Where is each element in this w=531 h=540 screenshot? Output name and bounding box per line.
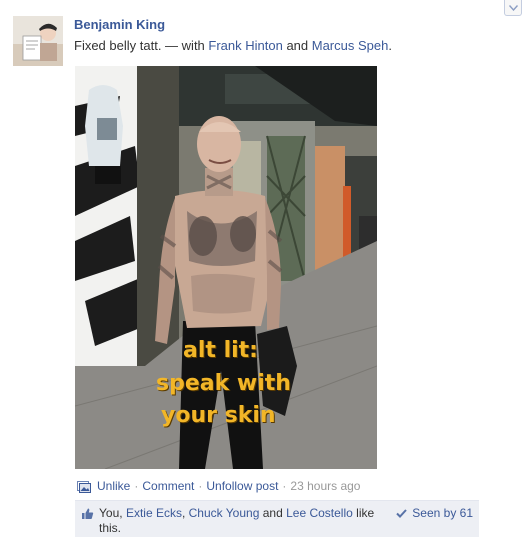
with-prefix: — with	[161, 38, 209, 53]
separator: ·	[198, 479, 203, 493]
unfollow-post-link[interactable]: Unfollow post	[206, 479, 278, 493]
likes-summary: You, Extie Ecks, Chuck Young and Lee Cos…	[75, 500, 479, 537]
status-text: Fixed belly tatt.	[74, 38, 162, 53]
thumbs-up-icon	[82, 508, 94, 519]
story-options-button[interactable]	[504, 0, 522, 16]
tagged-friend-link-1[interactable]: Frank Hinton	[208, 38, 282, 53]
status-line: Fixed belly tatt. — with Frank Hinton an…	[74, 38, 392, 53]
author-name-link[interactable]: Benjamin King	[74, 17, 165, 32]
comment-link[interactable]: Comment	[142, 479, 194, 493]
photo-caption-line-3: your skin	[161, 403, 276, 428]
separator: ·	[134, 479, 139, 493]
likes-and: and	[262, 506, 283, 520]
seen-by-label: Seen by 61	[412, 506, 473, 520]
seen-by-link[interactable]: Seen by 61	[396, 506, 473, 520]
post-photo[interactable]: alt lit: speak with your skin	[75, 66, 377, 469]
and-word: and	[282, 38, 312, 53]
liker-link-2[interactable]: Chuck Young	[189, 506, 260, 520]
timestamp-link[interactable]: 23 hours ago	[290, 479, 360, 493]
unlike-link[interactable]: Unlike	[97, 479, 130, 493]
status-period: .	[388, 38, 392, 53]
chevron-down-icon	[508, 4, 518, 11]
liker-link-1[interactable]: Extie Ecks	[126, 506, 182, 520]
tagged-friend-link-2[interactable]: Marcus Speh	[312, 38, 389, 53]
liker-link-3[interactable]: Lee Costello	[286, 506, 353, 520]
separator: ·	[282, 479, 287, 493]
photo-caption-line-1: alt lit:	[183, 338, 258, 363]
post-actions-bar: Unlike · Comment · Unfollow post · 23 ho…	[77, 479, 360, 493]
likes-comma: ,	[181, 506, 186, 520]
checkmark-icon	[396, 508, 408, 518]
photo-caption-line-2: speak with	[156, 371, 291, 396]
avatar[interactable]	[13, 16, 63, 66]
likes-text: You, Extie Ecks, Chuck Young and Lee Cos…	[99, 506, 389, 536]
photo-attachment-icon	[77, 481, 91, 493]
likes-you: You,	[99, 506, 123, 520]
